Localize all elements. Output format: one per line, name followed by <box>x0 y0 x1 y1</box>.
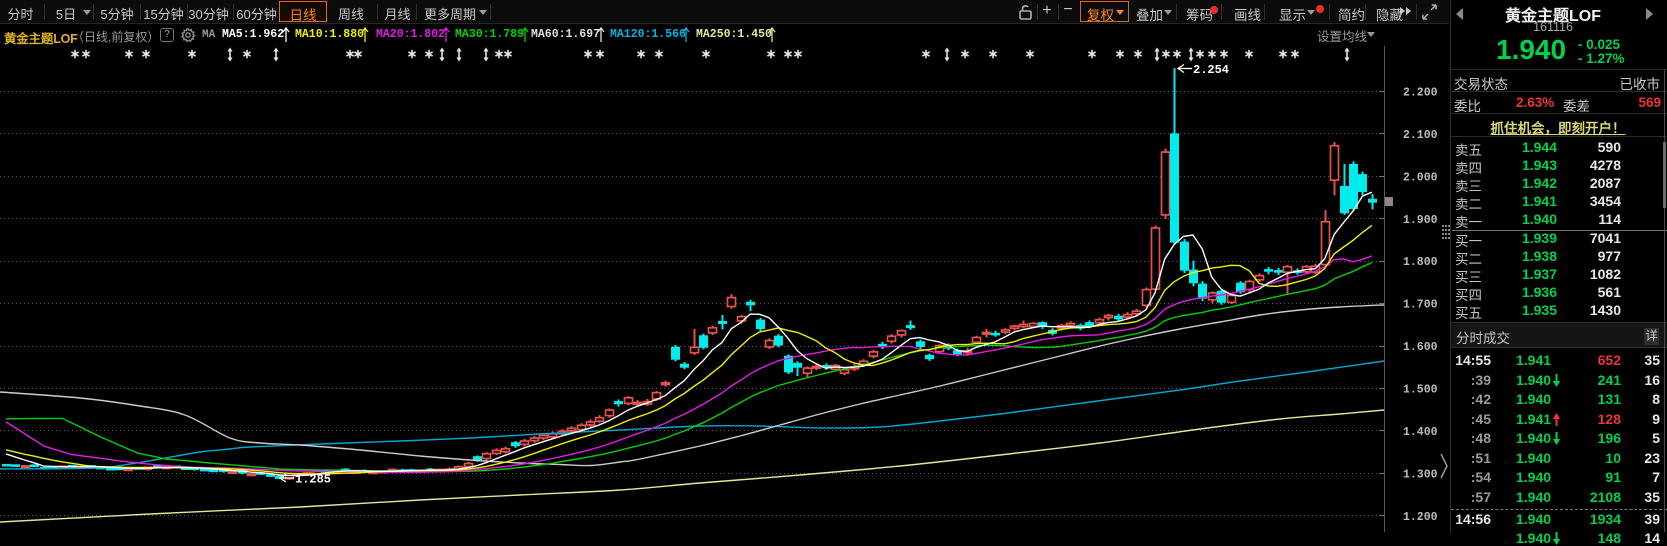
svg-text:1.500: 1.500 <box>1403 384 1438 397</box>
svg-text:1.400: 1.400 <box>1403 426 1438 439</box>
svg-text:1.285: 1.285 <box>295 473 331 487</box>
svg-text:2.200: 2.200 <box>1403 87 1438 100</box>
svg-text:2.100: 2.100 <box>1403 129 1438 142</box>
svg-text:1.200: 1.200 <box>1403 511 1438 524</box>
svg-text:2.000: 2.000 <box>1403 171 1438 184</box>
svg-text:1.900: 1.900 <box>1403 214 1438 227</box>
svg-text:1.600: 1.600 <box>1403 341 1438 354</box>
svg-text:1.300: 1.300 <box>1403 468 1438 481</box>
svg-text:1.800: 1.800 <box>1403 256 1438 269</box>
svg-text:2.254: 2.254 <box>1193 63 1229 77</box>
svg-text:1.700: 1.700 <box>1403 299 1438 312</box>
